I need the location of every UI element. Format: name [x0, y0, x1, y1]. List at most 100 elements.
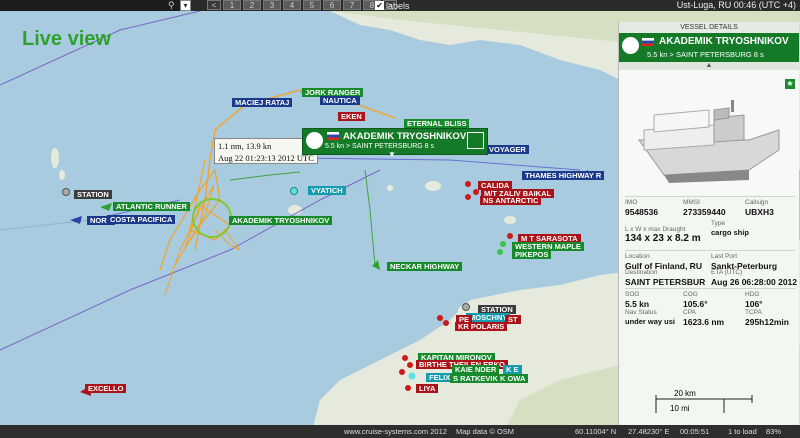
vessel-marker[interactable] — [290, 187, 298, 195]
info-row: L x W x max Draught 134 x 23 x 8.2 m Type… — [625, 220, 795, 250]
dest-key: Destination — [625, 269, 658, 276]
tooltip-line1: 1.1 nm, 13.9 kn — [218, 141, 272, 151]
prev-page-button[interactable]: < — [207, 0, 221, 10]
ship-label[interactable]: ATLANTIC RUNNER — [113, 202, 191, 211]
sog-key: SOG — [625, 291, 640, 298]
station-marker[interactable] — [62, 188, 70, 196]
ship-label[interactable]: COSTA PACIFICA — [107, 215, 176, 224]
eta-cell: ETA (UTC) Aug 26 06:28:00 2012 — [711, 269, 797, 287]
latitude-readout: 60.11004° N — [575, 427, 617, 436]
mmsi-value: 273359440 — [683, 207, 726, 217]
ship-label[interactable]: ST — [505, 315, 521, 324]
scale-bar: 20 km 10 mi — [654, 385, 754, 415]
ship-label[interactable]: AKADEMIK TRYOSHNIKOV — [229, 216, 333, 225]
panel-vessel-sub: 5.5 kn > SAINT PETERSBURG 8 s — [647, 50, 764, 59]
ship-type-icon — [306, 132, 323, 149]
location-clock: Ust-Luga, RU 00:46 (UTC +4) — [676, 0, 796, 10]
hdg-key: HDG — [745, 291, 760, 298]
ship-label[interactable]: KAIE NDER — [452, 365, 500, 374]
ship-label[interactable]: LIYA — [416, 384, 439, 393]
info-row: SOG 5.5 kn COG 105.6° HDG 106° Nav Status un… — [625, 288, 795, 329]
cog-cell: COG 105.6° — [683, 291, 708, 309]
page-tabs: < 1 2 3 4 5 6 7 8 > — [207, 0, 397, 11]
vessel-marker[interactable] — [465, 181, 471, 187]
scale-mi-label: 10 mi — [670, 404, 690, 413]
ship-label[interactable]: THAMES HIGHWAY R — [522, 171, 605, 180]
favorite-star-icon[interactable]: ★ — [785, 79, 795, 89]
vessel-popup[interactable]: AKADEMIK TRYOSHNIKOV 5.5 kn > SAINT PETE… — [302, 128, 488, 159]
search-icon[interactable]: ⚲ — [168, 0, 175, 11]
zoom-readout: 83% — [766, 427, 782, 436]
chevron-down-icon[interactable]: ▼ — [388, 150, 398, 159]
ship-label[interactable]: NECKAR HIGHWAY — [387, 262, 463, 271]
page-tab[interactable]: 5 — [303, 0, 321, 10]
labels-checkbox[interactable]: ✔ — [375, 1, 384, 10]
ship-label[interactable]: VOYAGER — [486, 145, 529, 154]
ship-type-icon — [622, 37, 639, 54]
ship-label[interactable]: MACIEJ RATAJ — [232, 98, 293, 107]
popup-vessel-sub: 5.5 kn > SAINT PETERSBURG 8 s — [325, 143, 434, 150]
map-credit: Map data © OSM — [456, 427, 515, 436]
ship-label[interactable]: K E — [503, 365, 522, 374]
hdg-cell: HDG 106° — [745, 291, 763, 309]
status-bar: www.cruise-systems.com 2012 Map data © O… — [0, 425, 800, 438]
callsign-value: UBXH3 — [745, 207, 774, 217]
info-row: Location Gulf of Finland, RU Last Port San… — [625, 250, 797, 287]
nav-cell: Nav Status under way usi — [625, 309, 675, 327]
ship-label[interactable]: KR POLARIS — [455, 322, 508, 331]
vessel-marker[interactable] — [443, 320, 449, 326]
page-tab[interactable]: 4 — [283, 0, 301, 10]
ship-label[interactable]: ETERNAL BLISS — [404, 119, 470, 128]
ship-label[interactable]: EKEN — [338, 112, 365, 121]
russia-flag-icon — [642, 38, 654, 46]
vessel-marker[interactable] — [507, 233, 513, 239]
tcpa-value: 295h12min — [745, 317, 789, 327]
labels-toggle[interactable]: ✔ labels — [375, 0, 410, 11]
ship-label[interactable]: STATION — [74, 190, 112, 199]
sog-cell: SOG 5.5 kn — [625, 291, 649, 309]
eta-key: ETA (UTC) — [711, 269, 743, 276]
callsign-key: Callsign — [745, 199, 769, 206]
ship-label[interactable]: VYATICH — [308, 186, 346, 195]
popup-open-icon[interactable] — [467, 132, 484, 149]
vessel-marker[interactable] — [399, 369, 405, 375]
vessel-marker[interactable] — [405, 385, 411, 391]
page-tab[interactable]: 3 — [263, 0, 281, 10]
ship-label[interactable]: NS ANTARCTIC — [480, 196, 542, 205]
eta-value: Aug 26 06:28:00 2012 — [711, 277, 797, 287]
vessel-marker[interactable] — [402, 355, 408, 361]
cpa-value: 1623.6 nm — [683, 317, 725, 327]
vessel-marker[interactable] — [497, 249, 503, 255]
dims-cell: L x W x max Draught 134 x 23 x 8.2 m — [625, 226, 701, 244]
page-tab[interactable]: 2 — [243, 0, 261, 10]
vessel-marker[interactable] — [465, 194, 471, 200]
vessel-details-panel: VESSEL DETAILS AKADEMIK TRYOSHNIKOV 5.5 … — [618, 22, 799, 427]
site-credit: www.cruise-systems.com 2012 — [344, 427, 447, 436]
scale-km-label: 20 km — [674, 389, 696, 398]
vessel-marker[interactable] — [500, 241, 506, 247]
location-key: Location — [625, 253, 650, 260]
vessel-marker[interactable] — [407, 362, 413, 368]
search-input[interactable]: ⚲ — [0, 0, 180, 11]
ship-label[interactable]: NAUTICA — [320, 96, 360, 105]
tcpa-key: TCPA — [745, 309, 762, 316]
ship-label[interactable]: EXCELLO — [85, 384, 127, 393]
ship-label[interactable]: S RATKEVIK K OWA — [450, 374, 529, 383]
page-tab[interactable]: 1 — [223, 0, 241, 10]
type-cell: Type cargo ship — [711, 220, 749, 238]
callsign-cell: Callsign UBXH3 — [745, 199, 774, 217]
cog-key: COG — [683, 291, 698, 298]
vessel-marker[interactable] — [408, 372, 416, 380]
dest-cell: Destination SAINT PETERSBUR — [625, 269, 705, 287]
vessel-marker[interactable] — [437, 315, 443, 321]
station-marker[interactable] — [462, 303, 470, 311]
page-tab[interactable]: 7 — [343, 0, 361, 10]
collapse-button[interactable]: ▲ — [619, 62, 799, 70]
search-dropdown[interactable]: ▾ — [180, 0, 191, 11]
labels-toggle-label: labels — [386, 0, 410, 11]
ship-label[interactable]: MOSCHNY — [466, 313, 511, 322]
ship-label[interactable]: PIKEPOS — [512, 250, 552, 259]
russia-flag-icon — [327, 132, 339, 140]
load-readout: 1 to load — [728, 427, 757, 436]
page-tab[interactable]: 6 — [323, 0, 341, 10]
